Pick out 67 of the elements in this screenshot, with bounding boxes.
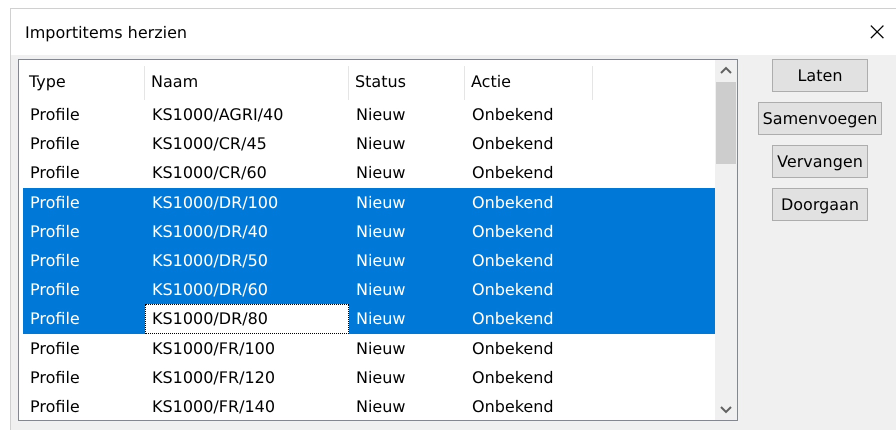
list-row[interactable]: Profile KS1000/DR/60 Nieuw Onbekend	[23, 275, 715, 304]
table-cell-text: KS1000/FR/120	[151, 366, 276, 389]
table-cell-text: Onbekend	[471, 366, 555, 389]
table-cell-text: KS1000/DR/60	[151, 279, 269, 302]
table-cell: KS1000/DR/80	[145, 304, 349, 334]
table-cell-text: Profile	[29, 104, 81, 126]
table-cell-text: Nieuw	[355, 366, 406, 389]
table-cell-text: Profile	[29, 250, 81, 272]
table-cell-text: Profile	[29, 396, 81, 418]
table-cell-text: Onbekend	[471, 192, 555, 214]
table-cell-text: Nieuw	[355, 192, 406, 214]
action-button[interactable]: Laten	[772, 59, 868, 92]
action-button[interactable]: Doorgaan	[772, 188, 868, 221]
column-header[interactable]: Naam	[145, 66, 349, 100]
list-row[interactable]: Profile KS1000/DR/50 Nieuw Onbekend	[23, 246, 715, 276]
table-cell-text: Profile	[29, 308, 81, 330]
table-cell-text: Nieuw	[355, 250, 406, 272]
table-cell-text: KS1000/DR/100	[151, 192, 280, 214]
action-button[interactable]: Samenvoegen	[758, 102, 882, 135]
table-cell-text: Nieuw	[355, 338, 406, 360]
table-cell-text: Nieuw	[355, 220, 406, 243]
table-cell-text: Onbekend	[471, 133, 555, 156]
table-cell-text: Profile	[29, 220, 81, 243]
table-cell-text: KS1000/FR/100	[151, 338, 276, 360]
column-header[interactable]: Actie	[465, 66, 593, 100]
close-button[interactable]: ×	[862, 19, 892, 45]
list-row[interactable]: Profile KS1000/AGRI/40 Nieuw Onbekend	[23, 100, 715, 130]
table-cell-text: Nieuw	[355, 104, 406, 126]
table-cell-text: KS1000/DR/40	[151, 220, 269, 243]
table-cell-text: KS1000/AGRI/40	[151, 104, 284, 126]
list-row[interactable]: Profile KS1000/DR/40 Nieuw Onbekend	[23, 216, 715, 246]
table-cell-text: Onbekend	[471, 279, 555, 302]
table-cell-text: Nieuw	[355, 133, 406, 156]
table-cell-text: Onbekend	[471, 396, 555, 418]
table-cell-text: Nieuw	[355, 279, 406, 302]
table-cell-text: Profile	[29, 133, 81, 156]
window-title: Importitems herzien	[25, 22, 188, 42]
table-cell-text: Profile	[29, 162, 81, 184]
table-cell-text: KS1000/CR/60	[151, 162, 268, 184]
table-cell-text: KS1000/DR/50	[151, 250, 269, 272]
table-cell-text: Profile	[29, 338, 81, 360]
list-row[interactable]: Profile KS1000/FR/120 Nieuw Onbekend	[23, 362, 715, 392]
table-cell-text: KS1000/FR/140	[151, 396, 276, 418]
action-button[interactable]: Vervangen	[772, 145, 868, 178]
list-row[interactable]: Profile KS1000/CR/45 Nieuw Onbekend	[23, 129, 715, 158]
table-cell-text: Onbekend	[471, 250, 555, 272]
table-cell-text: Profile	[29, 192, 81, 214]
table-cell-text: Onbekend	[471, 162, 555, 184]
column-header[interactable]: Status	[349, 66, 465, 100]
table-cell-text: Onbekend	[471, 104, 555, 126]
table-cell-text: Onbekend	[471, 338, 555, 360]
table-cell-text: Nieuw	[355, 162, 406, 184]
scrollbar-thumb[interactable]	[716, 82, 736, 164]
table-cell-text: Profile	[29, 279, 81, 302]
table-cell-text: KS1000/CR/45	[151, 133, 268, 156]
table-cell-text: Onbekend	[471, 220, 555, 243]
list-row[interactable]: Profile KS1000/CR/60 Nieuw Onbekend	[23, 158, 715, 188]
table-cell-text: Nieuw	[355, 396, 406, 418]
scrollbar[interactable]	[715, 60, 737, 420]
table-cell-text: Profile	[29, 366, 81, 389]
list-row[interactable]: Profile KS1000/DR/80 Nieuw Onbekend	[23, 304, 715, 334]
list-row[interactable]: Profile KS1000/DR/100 Nieuw Onbekend	[23, 188, 715, 217]
list-row[interactable]: Profile KS1000/FR/140 Nieuw Onbekend	[23, 392, 715, 422]
table-cell-text: Onbekend	[471, 308, 555, 330]
table-cell-text: Nieuw	[355, 308, 406, 330]
column-header[interactable]: Type	[23, 66, 145, 100]
list-row[interactable]: Profile KS1000/FR/100 Nieuw Onbekend	[23, 334, 715, 363]
